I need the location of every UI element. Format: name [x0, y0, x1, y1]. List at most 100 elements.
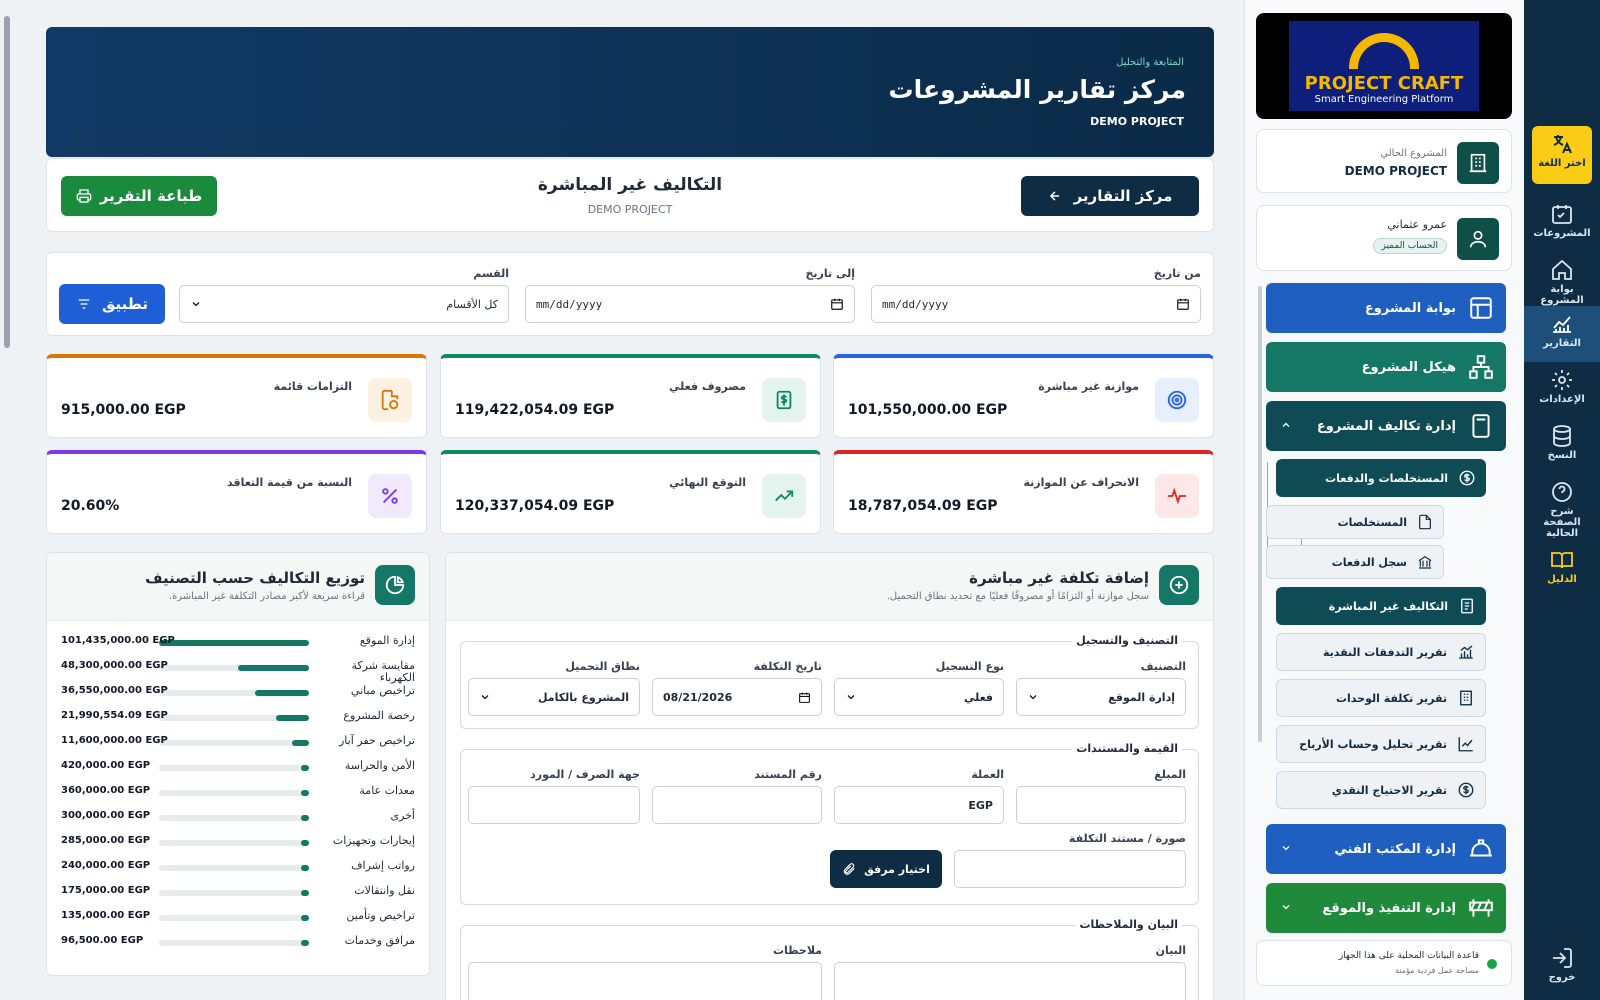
apply-filters-label: تطبيق: [102, 295, 149, 313]
rail-settings[interactable]: الإعدادات: [1532, 362, 1592, 418]
rail-reports[interactable]: التقارير: [1524, 306, 1600, 362]
vendor-input[interactable]: [468, 786, 640, 824]
distribution-label: معدات عامة: [359, 784, 415, 797]
distribution-bar-track: [159, 890, 309, 896]
category-label: التصنيف: [1140, 660, 1186, 673]
sub-payments-label: المستخلصات والدفعات: [1325, 471, 1448, 485]
department-select[interactable]: كل الأقسام: [179, 285, 509, 323]
hero-project: DEMO PROJECT: [1090, 115, 1184, 128]
rail-portal[interactable]: بوابة المشروع: [1532, 252, 1592, 308]
category-value: إدارة الموقع: [1108, 690, 1175, 704]
target-icon: [1155, 378, 1199, 422]
sub-cash-need-report[interactable]: تقرير الاحتياج النقدي: [1276, 771, 1486, 809]
current-project-name: DEMO PROJECT: [1344, 164, 1447, 178]
attachment-field[interactable]: [954, 850, 1186, 888]
description-textarea[interactable]: [834, 962, 1186, 1000]
current-project-card[interactable]: المشروع الحالي DEMO PROJECT: [1256, 129, 1512, 193]
form-subtitle: سجل موازنة أو التزامًا أو مصروفًا فعليًا…: [886, 591, 1149, 602]
distribution-bar: [238, 665, 309, 671]
sub-payment-log-label: سجل الدفعات: [1331, 555, 1407, 569]
kpi-value: 101,550,000.00 EGP: [848, 402, 1008, 418]
distribution-value: 48,300,000.00 EGP: [61, 660, 168, 671]
amount-input[interactable]: [1016, 786, 1186, 824]
nav-project-structure-label: هيكل المشروع: [1361, 359, 1456, 375]
hierarchy-icon: [1469, 355, 1493, 379]
scope-select[interactable]: المشروع بالكامل: [468, 678, 640, 716]
cost-date-input[interactable]: 08/21/2026: [652, 678, 822, 716]
logo-title: PROJECT CRAFT: [1304, 73, 1464, 94]
distribution-label: إدارة الموقع: [359, 634, 415, 647]
nav-cost-management-label: إدارة تكاليف المشروع: [1316, 418, 1456, 434]
page-scrollbar[interactable]: [4, 16, 10, 348]
nav-execution-site[interactable]: إدارة التنفيذ والموقع: [1266, 883, 1506, 933]
sub-payment-log[interactable]: سجل الدفعات: [1266, 545, 1444, 579]
chevron-down-icon: [847, 695, 855, 700]
distribution-bar: [301, 790, 309, 796]
logo-subtitle: Smart Engineering Platform: [1314, 94, 1454, 105]
kpi-label: مصروف فعلي: [669, 380, 746, 393]
help-circle-icon: [1552, 482, 1572, 502]
sub-cashflow-report[interactable]: تقرير التدفقات النقدية: [1276, 633, 1486, 671]
apply-filters-button[interactable]: تطبيق: [59, 284, 165, 324]
distribution-row: نقل وانتقالات 175,000.00 EGP: [47, 883, 429, 905]
doc-number-input[interactable]: [652, 786, 822, 824]
distribution-label: رخصة المشروع: [343, 709, 415, 722]
dollar-circle-small-icon: [1458, 782, 1474, 798]
category-select[interactable]: إدارة الموقع: [1016, 678, 1186, 716]
user-name: عمرو عثماني: [1387, 218, 1447, 231]
sidebar-scrollbar[interactable]: [1258, 286, 1262, 742]
distribution-label: تراخيص حفر آبار: [339, 734, 415, 747]
page-title: مركز تقارير المشروعات: [888, 75, 1186, 104]
logout-button[interactable]: خروج: [1532, 940, 1592, 996]
sub-unit-cost-report[interactable]: تقرير تكلفة الوحدات: [1276, 679, 1486, 717]
nav-project-portal[interactable]: بوابة المشروع: [1266, 283, 1506, 333]
nav-project-structure[interactable]: هيكل المشروع: [1266, 342, 1506, 392]
gear-icon: [1552, 370, 1572, 390]
distribution-bar-track: [159, 765, 309, 771]
kpi-budget-variance: الانحراف عن الموازنة 18,787,054.09 EGP: [833, 450, 1214, 534]
chevron-up-icon[interactable]: [1280, 419, 1292, 431]
distribution-label: إيجارات وتجهيزات: [332, 834, 415, 847]
logout-label: خروج: [1548, 972, 1576, 983]
distribution-bar: [292, 740, 309, 746]
distribution-value: 21,990,554.09 EGP: [61, 710, 168, 721]
nav-technical-office[interactable]: إدارة المكتب الفني: [1266, 824, 1506, 874]
distribution-value: 360,000.00 EGP: [61, 785, 151, 796]
distribution-bar: [255, 690, 309, 696]
database-status-text: قاعدة البيانات المحلية على هذا الجهاز: [1338, 951, 1479, 961]
notes-textarea[interactable]: [468, 962, 822, 1000]
rail-explain[interactable]: شرح الصفحة الحالية: [1532, 474, 1592, 540]
chevron-down-icon[interactable]: [1280, 901, 1292, 913]
sub-payments[interactable]: المستخلصات والدفعات: [1276, 459, 1486, 497]
language-button[interactable]: اختر اللغة: [1532, 126, 1592, 184]
distribution-bar: [301, 940, 309, 946]
vendor-label: جهة الصرف / المورد: [530, 768, 640, 781]
bar-chart-icon: [1459, 645, 1473, 659]
from-date-input[interactable]: mm/dd/yyyy: [871, 285, 1201, 323]
currency-value: EGP: [968, 798, 993, 812]
paperclip-icon: [843, 863, 855, 875]
sub-claims[interactable]: المستخلصات: [1266, 505, 1444, 539]
distribution-row: إدارة الموقع 101,435,000.00 EGP: [47, 633, 429, 655]
entry-type-select[interactable]: فعلي: [834, 678, 1004, 716]
attachment-label: صورة / مستند التكلفة: [1068, 832, 1186, 845]
chevron-down-icon[interactable]: [1280, 842, 1292, 854]
icon-rail: اختر اللغة المشروعات بوابة المشروع التقا…: [1524, 0, 1600, 1000]
rail-projects[interactable]: المشروعات: [1532, 196, 1592, 252]
distribution-header: توزيع التكاليف حسب التصنيف قراءة سريعة ل…: [47, 553, 429, 621]
to-date-input[interactable]: mm/dd/yyyy: [525, 285, 855, 323]
sub-profit-report[interactable]: تقرير تحليل وحساب الأرباح: [1276, 725, 1486, 763]
sub-indirect-costs[interactable]: التكاليف غير المباشرة: [1276, 587, 1486, 625]
distribution-row: تراخيص وتأمين 135,000.00 EGP: [47, 908, 429, 930]
description-label: البيان: [1155, 944, 1186, 957]
filter-icon: [78, 299, 90, 309]
rail-backup[interactable]: النسخ: [1532, 418, 1592, 474]
distribution-value: 240,000.00 EGP: [61, 860, 151, 871]
currency-input[interactable]: EGP: [834, 786, 1004, 824]
rail-guide[interactable]: الدليل: [1532, 542, 1592, 598]
user-card[interactable]: عمرو عثماني الحساب المميز: [1256, 205, 1512, 271]
print-report-button[interactable]: طباعة التقرير: [61, 176, 217, 216]
nav-cost-management[interactable]: إدارة تكاليف المشروع: [1266, 401, 1506, 451]
plus-circle-icon[interactable]: [1159, 565, 1199, 605]
choose-attachment-button[interactable]: اختيار مرفق: [830, 850, 942, 888]
